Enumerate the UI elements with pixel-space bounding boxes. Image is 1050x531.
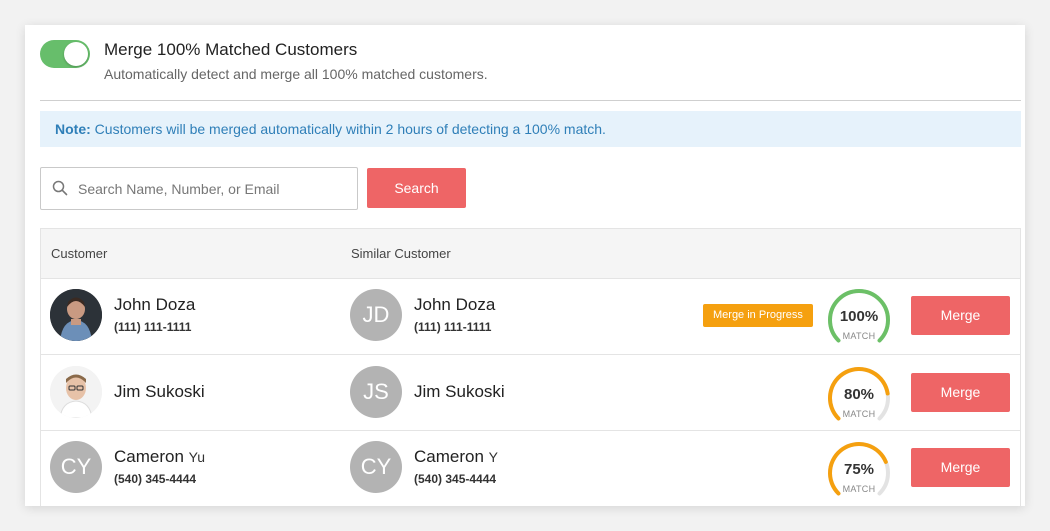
- settings-title: Merge 100% Matched Customers: [104, 40, 358, 59]
- customer-phone: (540) 345-4444: [114, 472, 197, 486]
- match-gauge: 80% MATCH: [826, 365, 892, 425]
- header-divider: [40, 100, 1021, 101]
- match-label: MATCH: [842, 331, 876, 341]
- customer-photo: [50, 289, 102, 341]
- similar-customer-avatar: JS: [350, 366, 402, 418]
- customer-avatar: [50, 366, 102, 418]
- merge-button[interactable]: Merge: [911, 448, 1010, 487]
- similar-customer-avatar: JD: [350, 289, 402, 341]
- match-label: MATCH: [842, 409, 876, 419]
- customers-table: Customer Similar Customer John Doza (111…: [40, 228, 1021, 506]
- customer-name: John Doza: [114, 295, 196, 314]
- table-header: Customer Similar Customer: [41, 229, 1020, 278]
- search-button[interactable]: Search: [367, 168, 466, 208]
- match-percent: 100%: [839, 308, 879, 325]
- search-input[interactable]: [76, 168, 350, 209]
- similar-customer-phone: (540) 345-4444: [414, 472, 497, 486]
- similar-customer-name: John Doza: [414, 295, 496, 314]
- merge-button[interactable]: Merge: [911, 296, 1010, 335]
- match-gauge: 100% MATCH: [826, 287, 892, 347]
- note-banner: Note: Customers will be merged automatic…: [40, 111, 1021, 147]
- customer-avatar: [50, 289, 102, 341]
- customer-avatar: CY: [50, 441, 102, 493]
- similar-customer-name: Jim Sukoski: [414, 382, 505, 401]
- match-percent: 80%: [843, 386, 875, 403]
- similar-customer-phone: (111) 111-1111: [414, 320, 492, 334]
- search-field[interactable]: [40, 167, 358, 210]
- toggle-knob: [64, 42, 88, 66]
- auto-merge-toggle[interactable]: [40, 40, 90, 68]
- match-gauge: 75% MATCH: [826, 440, 892, 500]
- merge-in-progress-badge: Merge in Progress: [703, 304, 813, 327]
- similar-customer-avatar: CY: [350, 441, 402, 493]
- search-icon: [52, 180, 68, 196]
- match-percent: 75%: [843, 461, 875, 478]
- customer-name: Cameron Yu: [114, 447, 206, 466]
- settings-subtitle: Automatically detect and merge all 100% …: [104, 66, 488, 82]
- column-header-similar-customer: Similar Customer: [351, 246, 451, 261]
- customer-phone: (111) 111-1111: [114, 320, 192, 334]
- match-label: MATCH: [842, 484, 876, 494]
- table-row: Jim Sukoski JS Jim Sukoski 80% MATCH Mer…: [41, 354, 1020, 431]
- merge-settings-card: Merge 100% Matched Customers Automatical…: [25, 25, 1025, 506]
- merge-button[interactable]: Merge: [911, 373, 1010, 412]
- customer-name: Jim Sukoski: [114, 382, 205, 401]
- note-text: Customers will be merged automatically w…: [90, 121, 606, 137]
- note-label: Note:: [55, 121, 91, 137]
- table-row: CY Cameron Yu (540) 345-4444 CY Cameron …: [41, 430, 1020, 506]
- customer-photo: [50, 366, 102, 418]
- table-row: John Doza (111) 111-1111 JD John Doza (1…: [41, 278, 1020, 355]
- column-header-customer: Customer: [51, 246, 108, 261]
- similar-customer-name: Cameron Y: [414, 447, 498, 466]
